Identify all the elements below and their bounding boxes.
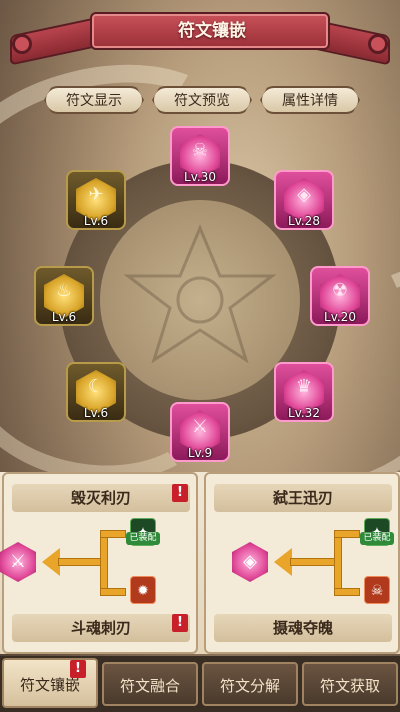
rune-slot-right-lower[interactable]: ♛ Lv.32	[272, 360, 336, 436]
arrow-bracket	[334, 588, 360, 596]
hexagram-emblem-icon	[123, 224, 277, 364]
combo-card-title: 弑王迅刃	[214, 484, 392, 512]
sword-icon: ⚔	[191, 416, 209, 437]
nav-rune-fusion[interactable]: 符文融合	[102, 662, 198, 706]
rune-slot-left-upper[interactable]: ✈ Lv.6	[64, 168, 128, 244]
tab-attribute-details[interactable]: 属性详情	[260, 86, 360, 114]
combo-card-left[interactable]: 毁灭利刃 ! ⚔ ✦ 已装配 ✹ 斗魂刺刃 !	[0, 472, 198, 654]
banner-curl-icon	[368, 34, 388, 54]
page-title: 符文镶嵌	[178, 21, 246, 41]
arrow-shaft	[58, 558, 102, 566]
nav-rune-decompose[interactable]: 符文分解	[202, 662, 298, 706]
arrow-bracket	[100, 530, 108, 596]
rune-ingredient-icon[interactable]: ☠	[364, 576, 390, 604]
banner-curl-icon	[12, 34, 32, 54]
rune-level: Lv.6	[83, 214, 109, 228]
demon-icon: ☢	[331, 280, 349, 301]
arrow-bracket	[334, 530, 360, 538]
rune-slot-top[interactable]: ☠ Lv.30	[168, 124, 232, 200]
rune-level: Lv.32	[288, 406, 320, 420]
crest-rune-icon: ◈	[232, 542, 268, 582]
arrow-bracket	[334, 530, 342, 596]
title-banner: 符文镶嵌	[10, 4, 390, 66]
view-tabs: 符文显示 符文预览 属性详情	[44, 86, 364, 114]
rune-level: Lv.28	[288, 214, 320, 228]
alert-icon: !	[70, 660, 86, 678]
nav-rune-acquire[interactable]: 符文获取	[302, 662, 398, 706]
arrow-bracket	[100, 588, 126, 596]
rune-slot-left-lower[interactable]: ☾ Lv.6	[64, 360, 128, 436]
rune-slot-left-middle[interactable]: ♨ Lv.6	[32, 264, 96, 340]
game-screen: 符文镶嵌 符文显示 符文预览 属性详情 ☠ Lv.30 ◈ Lv.28 ☢ Lv…	[0, 0, 400, 712]
banner-plate: 符文镶嵌	[90, 12, 330, 50]
rune-slot-bottom[interactable]: ⚔ Lv.9	[168, 400, 232, 476]
combo-card-subtitle: 摄魂夺魄	[214, 614, 392, 642]
shield-icon: ◈	[297, 184, 311, 205]
tab-rune-display[interactable]: 符文显示	[44, 86, 144, 114]
alert-icon: !	[172, 614, 188, 632]
tab-rune-preview[interactable]: 符文预览	[152, 86, 252, 114]
rune-level: Lv.6	[51, 310, 77, 324]
arrow-shaft	[290, 558, 336, 566]
combo-card-right[interactable]: 弑王迅刃 ◈ ✦ 已装配 ☠ 摄魂夺魄	[204, 472, 400, 654]
equipped-badge: 已装配	[126, 532, 160, 545]
rune-level: Lv.20	[324, 310, 356, 324]
crest-icon: ♛	[295, 376, 313, 397]
combo-card-title: 毁灭利刃	[12, 484, 190, 512]
skull-icon: ☠	[191, 140, 209, 161]
arrow-bracket	[100, 530, 126, 538]
rune-slot-right-upper[interactable]: ◈ Lv.28	[272, 168, 336, 244]
flame-icon: ♨	[55, 280, 73, 301]
rune-slot-right-middle[interactable]: ☢ Lv.20	[308, 264, 372, 340]
bird-icon: ✈	[88, 184, 104, 205]
equipped-badge: 已装配	[360, 532, 394, 545]
sword-rune-icon: ⚔	[0, 542, 36, 582]
combo-card-subtitle: 斗魂刺刃	[12, 614, 190, 642]
alert-icon: !	[172, 484, 188, 502]
bottom-nav: 符文镶嵌 符文融合 符文分解 符文获取	[0, 656, 400, 712]
moon-icon: ☾	[87, 376, 105, 397]
rune-ingredient-icon[interactable]: ✹	[130, 576, 156, 604]
rune-combo-panel: 毁灭利刃 ! ⚔ ✦ 已装配 ✹ 斗魂刺刃 ! 弑王迅刃 ◈ ✦ 已装配 ☠ 摄…	[0, 472, 400, 654]
rune-level: Lv.9	[187, 446, 213, 460]
rune-level: Lv.6	[83, 406, 109, 420]
rune-level: Lv.30	[184, 170, 216, 184]
